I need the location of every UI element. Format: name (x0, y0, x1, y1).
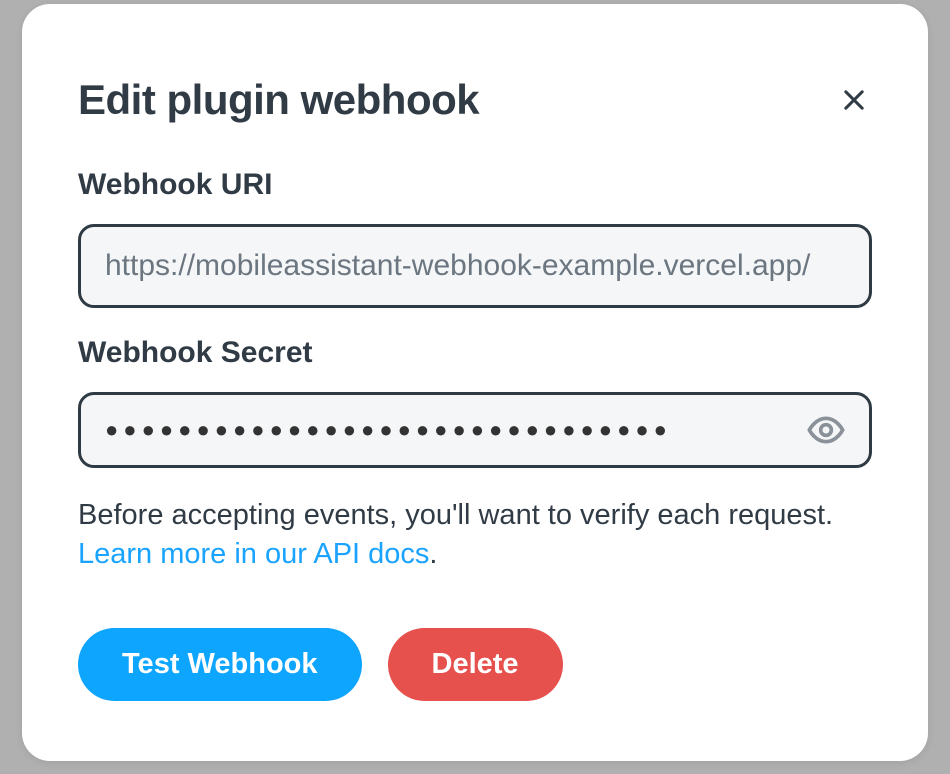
webhook-secret-input-wrapper (78, 392, 872, 468)
helper-text: Before accepting events, you'll want to … (78, 496, 872, 574)
webhook-uri-input[interactable] (78, 224, 872, 308)
close-icon (840, 86, 868, 114)
api-docs-link[interactable]: Learn more in our API docs (78, 538, 429, 570)
webhook-uri-input-wrapper (78, 224, 872, 308)
webhook-secret-field: Webhook Secret (78, 336, 872, 468)
edit-webhook-modal: Edit plugin webhook Webhook URI Webhook … (22, 4, 928, 761)
webhook-uri-label: Webhook URI (78, 168, 872, 202)
helper-text-after: . (429, 538, 437, 570)
webhook-secret-input[interactable] (78, 392, 872, 468)
close-button[interactable] (836, 82, 872, 118)
webhook-secret-label: Webhook Secret (78, 336, 872, 370)
helper-text-before: Before accepting events, you'll want to … (78, 499, 833, 531)
webhook-uri-field: Webhook URI (78, 168, 872, 308)
delete-button[interactable]: Delete (388, 628, 563, 701)
eye-icon (806, 410, 846, 450)
modal-title: Edit plugin webhook (78, 76, 479, 124)
toggle-secret-visibility-button[interactable] (798, 402, 854, 458)
modal-header: Edit plugin webhook (78, 76, 872, 124)
button-row: Test Webhook Delete (78, 628, 872, 701)
test-webhook-button[interactable]: Test Webhook (78, 628, 362, 701)
